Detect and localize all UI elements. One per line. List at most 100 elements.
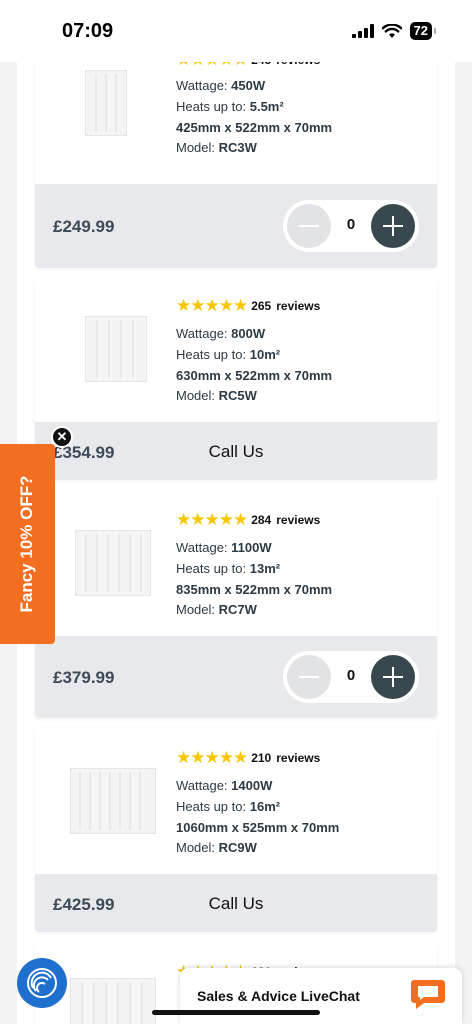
model: Model: RC3W [176,140,257,155]
signal-icon [351,24,374,38]
review-label: reviews [276,62,320,67]
status-time: 07:09 [62,20,114,42]
radiator-image [85,70,127,136]
chat-icon[interactable] [410,978,446,1010]
review-count: 265 [251,299,272,313]
model: Model: RC9W [176,840,257,855]
call-us-button[interactable]: Call Us [35,894,437,914]
review-label: reviews [276,299,321,313]
review-label: reviews [276,513,321,527]
model-value: RC9W [218,840,257,855]
price-bar: £425.99 Call Us [35,874,437,932]
model-value: RC3W [218,140,257,155]
dimensions-value: 835mm x 522mm x 70mm [176,582,333,597]
minus-icon[interactable] [287,655,331,699]
plus-icon[interactable] [371,655,415,699]
review-label: reviews [276,751,321,765]
price: £379.99 [53,668,115,687]
rating: ★★★★★ 245 reviews [176,62,320,70]
heats-up-to: Heats up to: 13m² [176,561,280,576]
dimensions-value: 1060mm x 525mm x 70mm [176,820,340,835]
rating: ★★★★★ 265 reviews [176,296,320,316]
product-card: ★★★★★ 210 reviews Wattage: 1400W Heats u… [35,728,437,932]
call-us-button[interactable]: Call Us [35,442,437,462]
battery-icon: 72 [409,22,437,40]
status-icons: 72 [351,22,437,40]
status-bar: 07:09 72 [0,0,472,62]
home-indicator [152,1010,320,1015]
radiator-image [70,768,156,834]
radiator-image [85,316,147,382]
livechat-bar[interactable]: Sales & Advice LiveChat [180,968,462,1024]
quantity-value[interactable]: 0 [339,667,363,684]
heats-value: 16m² [249,799,281,814]
dimensions: 835mm x 522mm x 70mm [176,582,332,597]
heats-up-to: Heats up to: 5.5m² [176,99,284,114]
wattage-label: Wattage: [176,778,228,793]
quantity-stepper[interactable]: 0 [283,651,419,703]
quantity-value[interactable]: 0 [339,216,363,233]
heats-value: 5.5m² [249,99,284,114]
promo-label[interactable]: Fancy 10% OFF? [17,476,37,613]
review-count: 245 [251,62,271,67]
wattage: Wattage: 1100W [176,540,272,555]
livechat-label[interactable]: Sales & Advice LiveChat [197,988,360,1004]
close-icon[interactable]: ✕ [51,426,73,448]
wattage-value: 450W [231,78,266,93]
dimensions: 1060mm x 525mm x 70mm [176,820,339,835]
plus-icon[interactable] [371,204,415,248]
heats-label: Heats up to: [176,561,247,576]
product-card: ★★★★★ 284 reviews Wattage: 1100W Heats u… [35,490,437,718]
heats-value: 10m² [249,347,281,362]
discount-promo-tab[interactable]: Fancy 10% OFF? [0,444,55,644]
star-rating-icon: ★★★★★ [176,510,248,529]
dimensions-value: 630mm x 522mm x 70mm [176,368,333,383]
heats-value: 13m² [249,561,281,576]
product-card: ★★★★★ 245 reviews Wattage: 450W Heats up… [35,62,437,268]
wattage-label: Wattage: [176,78,228,93]
quantity-stepper[interactable]: 0 [283,200,419,252]
model: Model: RC7W [176,602,257,617]
heats-label: Heats up to: [176,799,247,814]
star-rating-icon: ★★★★★ [176,296,248,315]
wattage-value: 800W [231,326,266,341]
wifi-icon [381,23,402,38]
product-list: ★★★★★ 245 reviews Wattage: 450W Heats up… [17,62,455,1024]
heats-label: Heats up to: [176,347,247,362]
dimensions-value: 425mm x 522mm x 70mm [176,120,333,135]
heats-up-to: Heats up to: 10m² [176,347,280,362]
star-rating-icon: ★★★★★ [176,62,248,70]
model-value: RC7W [218,602,257,617]
product-card: ★★★★★ 265 reviews Wattage: 800W Heats up… [35,276,437,480]
price: £249.99 [53,217,115,236]
wattage-value: 1100W [231,540,272,555]
wattage: Wattage: 1400W [176,778,272,793]
dimensions: 630mm x 522mm x 70mm [176,368,332,383]
price-bar: £249.99 0 [35,184,437,268]
minus-icon[interactable] [287,204,331,248]
wattage: Wattage: 450W [176,78,265,93]
model-label: Model: [176,840,216,855]
heats-label: Heats up to: [176,99,247,114]
rating: ★★★★★ 284 reviews [176,510,320,530]
model: Model: RC5W [176,388,257,403]
model-label: Model: [176,388,216,403]
rating: ★★★★★ 210 reviews [176,748,320,768]
model-value: RC5W [218,388,257,403]
review-count: 284 [251,513,272,527]
wattage-label: Wattage: [176,326,228,341]
wattage-value: 1400W [231,778,273,793]
price-bar: £379.99 0 [35,636,437,718]
price-bar: £354.99 Call Us [35,422,437,480]
dimensions: 425mm x 522mm x 70mm [176,120,332,135]
radiator-image [70,978,156,1024]
model-label: Model: [176,140,216,155]
heats-up-to: Heats up to: 16m² [176,799,280,814]
wattage: Wattage: 800W [176,326,265,341]
review-count: 210 [251,751,272,765]
model-label: Model: [176,602,216,617]
star-rating-icon: ★★★★★ [176,748,248,767]
wattage-label: Wattage: [176,540,228,555]
fingerprint-icon[interactable] [17,958,67,1008]
radiator-image [75,530,151,596]
